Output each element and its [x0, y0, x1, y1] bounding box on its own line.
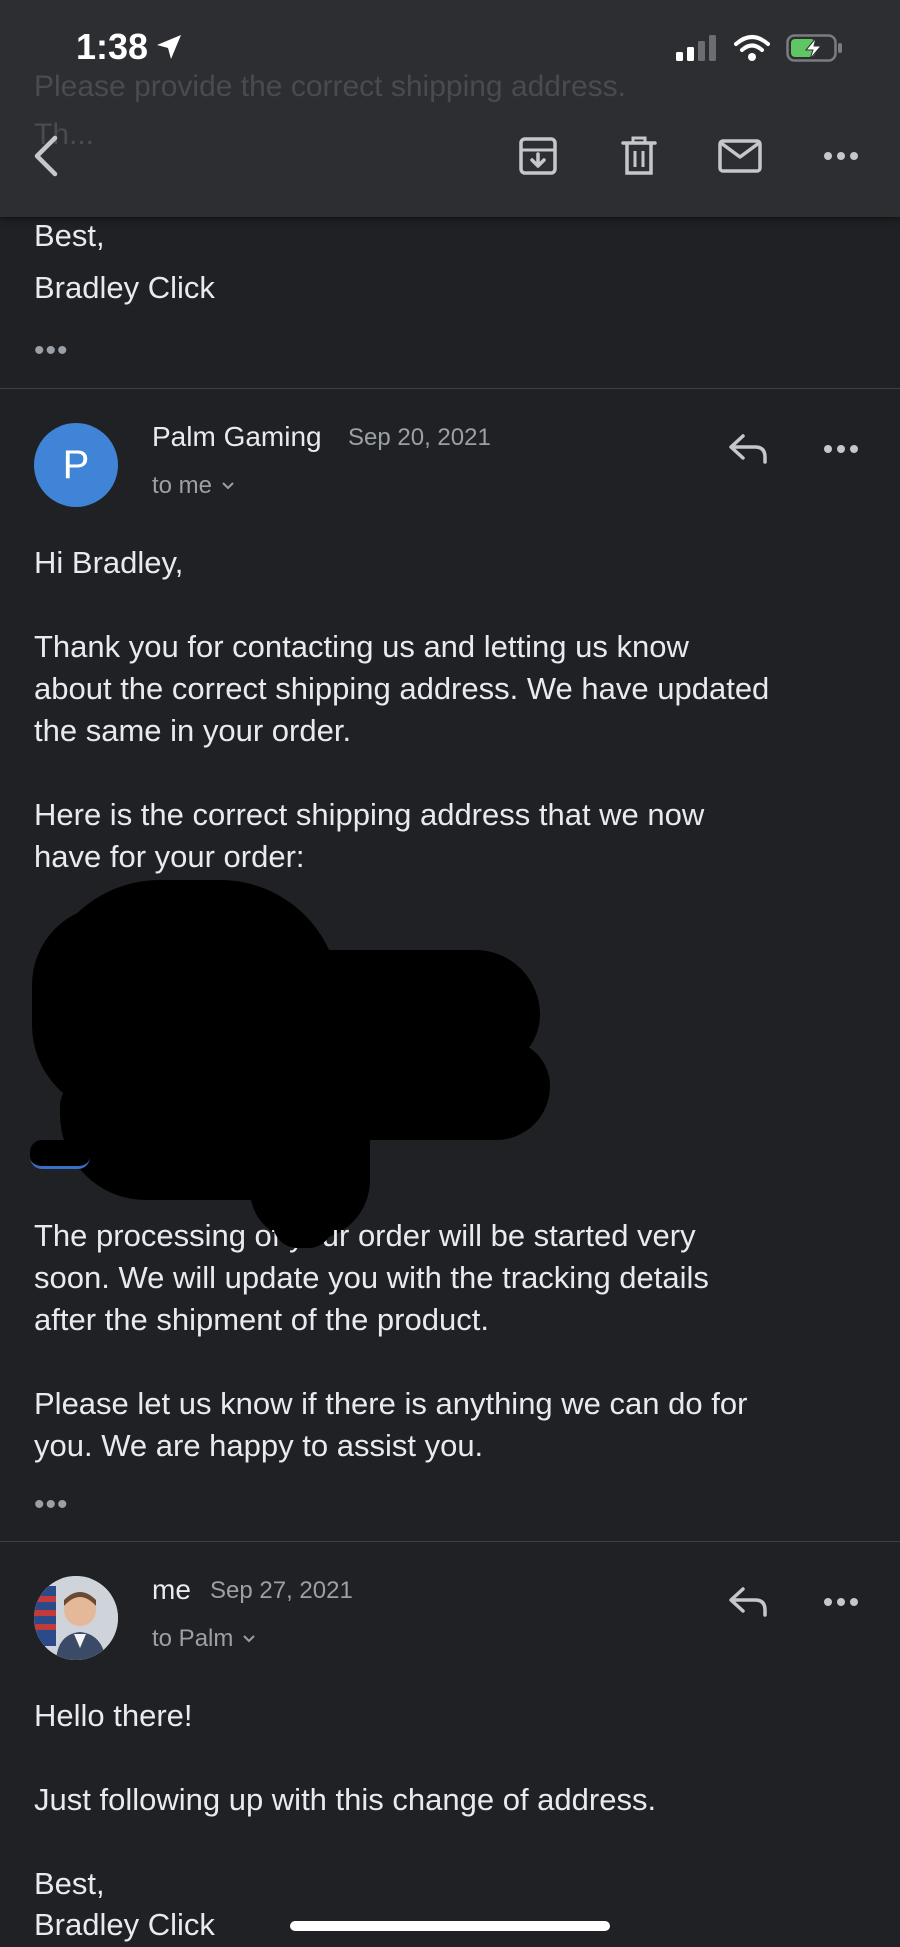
message-divider [0, 1541, 900, 1542]
battery-charging-icon [786, 34, 842, 62]
body-line: have for your order: [34, 839, 305, 874]
more-horizontal-icon [824, 1598, 858, 1606]
home-indicator[interactable] [290, 1921, 610, 1931]
avatar-me[interactable] [34, 1576, 118, 1660]
message-date: Sep 20, 2021 [348, 424, 491, 451]
reply-button[interactable] [723, 1577, 773, 1627]
reply-icon [729, 1587, 767, 1617]
message-more-button[interactable] [816, 424, 866, 474]
body-line: you. We are happy to assist you. [34, 1428, 484, 1463]
body-line: soon. We will update you with the tracki… [34, 1260, 709, 1295]
body-line: Please let us know if there is anything … [34, 1386, 748, 1421]
trash-icon [621, 136, 657, 175]
body-line: after the shipment of the product. [34, 1302, 489, 1337]
toolbar-more-button[interactable] [817, 132, 865, 180]
chevron-down-icon [243, 1635, 256, 1643]
mark-unread-button[interactable] [716, 132, 764, 180]
archive-button[interactable] [514, 132, 562, 180]
back-button[interactable] [22, 132, 70, 180]
body-line: about the correct shipping address. We h… [34, 671, 770, 706]
reply-icon [729, 434, 767, 464]
recipient-toggle[interactable]: to me [152, 472, 236, 500]
signoff: Best, [34, 1866, 105, 1901]
recipient-label: to me [152, 472, 213, 499]
archive-icon [519, 137, 557, 175]
more-horizontal-icon [824, 445, 858, 453]
top-app-bar: Please provide the correct shipping addr… [0, 0, 900, 217]
body-line: Here is the correct shipping address tha… [34, 797, 705, 832]
location-arrow-icon [157, 35, 182, 59]
body-line: Thank you for contacting us and letting … [34, 629, 689, 664]
cellular-signal-icon [676, 35, 716, 61]
sender-name[interactable]: Palm Gaming [152, 421, 322, 453]
show-trimmed-content-button[interactable]: ••• [34, 1488, 69, 1522]
body-line: the same in your order. [34, 713, 352, 748]
avatar-palm-gaming[interactable]: P [34, 423, 118, 507]
body-line: The processing of your order will be sta… [34, 1218, 696, 1253]
chevron-left-icon [34, 135, 58, 177]
status-indicators [676, 34, 844, 62]
wifi-icon [734, 35, 770, 61]
scrolled-content-ghost: Please provide the correct shipping addr… [34, 70, 627, 103]
recipient-toggle[interactable]: to Palm [152, 1625, 257, 1653]
chevron-down-icon [222, 482, 234, 490]
previous-signoff: Best, [34, 218, 105, 253]
message-divider [0, 388, 900, 389]
previous-signature: Bradley Click [34, 270, 215, 305]
clock: 1:38 [76, 26, 149, 67]
sender-name[interactable]: me [152, 1574, 191, 1606]
message-more-button[interactable] [816, 1577, 866, 1627]
delete-button[interactable] [615, 132, 663, 180]
profile-photo [34, 1576, 118, 1660]
show-trimmed-content-button[interactable]: ••• [34, 334, 69, 368]
more-horizontal-icon [824, 152, 858, 160]
status-time: 1:38 [76, 26, 184, 68]
message-greeting: Hello there! [34, 1698, 193, 1733]
mail-icon [718, 139, 762, 173]
signature: Bradley Click [34, 1907, 215, 1942]
message-date: Sep 27, 2021 [210, 1577, 353, 1604]
body-line: Just following up with this change of ad… [34, 1782, 657, 1817]
message-greeting: Hi Bradley, [34, 545, 184, 580]
reply-button[interactable] [723, 424, 773, 474]
recipient-label: to Palm [152, 1625, 234, 1652]
